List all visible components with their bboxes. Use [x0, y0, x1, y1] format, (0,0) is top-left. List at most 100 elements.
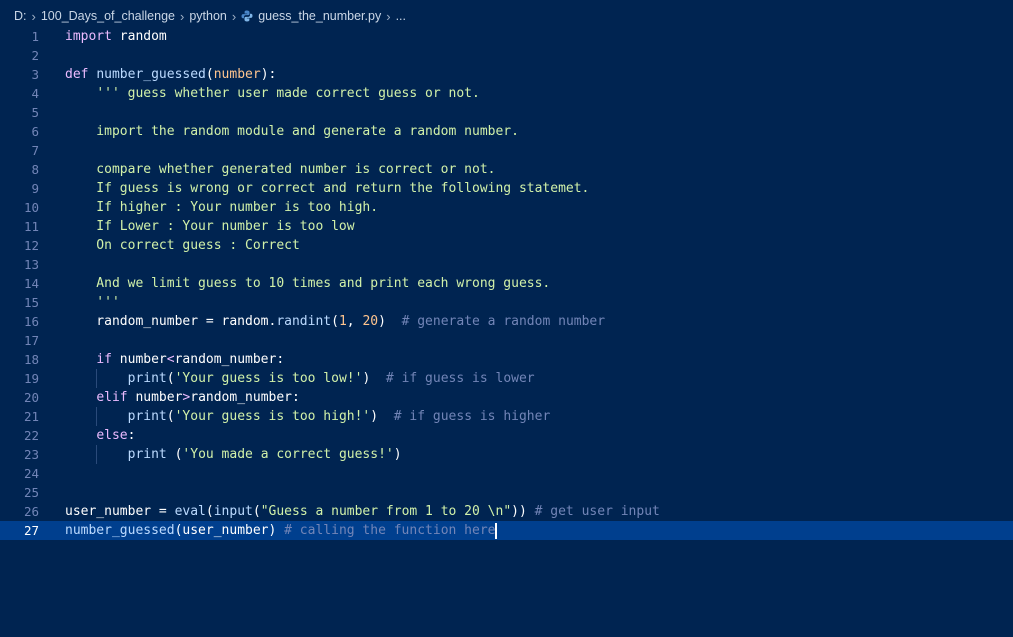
python-file-icon [241, 10, 253, 22]
code-token: "Guess a number from 1 to 20 \n" [260, 504, 512, 519]
breadcrumb-folder[interactable]: python [189, 9, 227, 23]
code-line[interactable]: 19 print('Your guess is too low!') # if … [0, 369, 1013, 388]
code-text: If guess is wrong or correct and return … [65, 179, 589, 198]
code-token: 'Your guess is too high!' [174, 409, 371, 424]
line-number: 27 [23, 523, 39, 538]
code-line[interactable]: 13 [0, 255, 1013, 274]
line-number: 1 [31, 29, 39, 44]
code-token: # generate a random number [401, 314, 606, 329]
chevron-right-icon: › [231, 8, 237, 24]
code-line[interactable]: 27 number_guessed(user_number) # calling … [0, 521, 1013, 540]
code-token: randint [276, 314, 332, 329]
code-token: number [111, 352, 167, 367]
code-token: ): [260, 67, 277, 82]
code-text: If higher : Your number is too high. [65, 198, 378, 217]
code-line[interactable]: 5 [0, 103, 1013, 122]
code-text: import the random module and generate a … [65, 122, 519, 141]
code-line[interactable]: 1 import random [0, 27, 1013, 46]
code-text: And we limit guess to 10 times and print… [65, 274, 550, 293]
indent-guide [96, 369, 97, 388]
line-number: 3 [31, 67, 39, 82]
line-number: 26 [23, 504, 39, 519]
code-line[interactable]: 11 If Lower : Your number is too low [0, 217, 1013, 236]
code-line[interactable]: 17 [0, 331, 1013, 350]
line-number: 2 [31, 48, 39, 63]
line-number: 25 [23, 485, 39, 500]
code-token: 20 [362, 314, 379, 329]
code-line[interactable]: 2 [0, 46, 1013, 65]
code-token: ( [166, 409, 175, 424]
code-text: compare whether generated number is corr… [65, 160, 495, 179]
code-line[interactable]: 25 [0, 483, 1013, 502]
line-number: 6 [31, 124, 39, 139]
code-line[interactable]: 15 ''' [0, 293, 1013, 312]
code-token: random_number: [190, 390, 300, 405]
code-token: ( [205, 67, 214, 82]
line-number: 20 [23, 390, 39, 405]
line-number: 7 [31, 143, 39, 158]
code-line[interactable]: 20 elif number>random_number: [0, 388, 1013, 407]
indent-guide [96, 407, 97, 426]
code-text: else: [65, 426, 135, 445]
code-token: random [111, 29, 167, 44]
line-number: 4 [31, 86, 39, 101]
code-token: ( [252, 504, 261, 519]
line-number: 17 [23, 333, 39, 348]
code-line[interactable]: 8 compare whether generated number is co… [0, 160, 1013, 179]
code-token: import [65, 29, 112, 44]
code-text: print('Your guess is too high!') # if gu… [65, 407, 551, 426]
code-line[interactable]: 10 If higher : Your number is too high. [0, 198, 1013, 217]
code-line[interactable]: 21 print('Your guess is too high!') # if… [0, 407, 1013, 426]
breadcrumb-drive[interactable]: D: [14, 9, 27, 23]
code-line[interactable]: 16 random_number = random.randint(1, 20)… [0, 312, 1013, 331]
breadcrumb-file[interactable]: guess_the_number.py [258, 9, 381, 23]
indent-guide [96, 445, 97, 464]
line-number: 11 [23, 219, 39, 234]
breadcrumb-folder[interactable]: 100_Days_of_challenge [41, 9, 175, 23]
code-token: else [96, 428, 128, 443]
code-token: number_guessed [96, 67, 206, 82]
line-number: 18 [23, 352, 39, 367]
chevron-right-icon: › [386, 8, 391, 24]
code-line[interactable]: 24 [0, 464, 1013, 483]
code-token: input [213, 504, 253, 519]
code-text: import random [65, 27, 167, 46]
code-line[interactable]: 14 And we limit guess to 10 times and pr… [0, 274, 1013, 293]
line-number: 13 [23, 257, 39, 272]
code-line[interactable]: 3 def number_guessed(number): [0, 65, 1013, 84]
code-token: ) [378, 314, 402, 329]
line-number: 10 [23, 200, 39, 215]
code-line[interactable]: 7 [0, 141, 1013, 160]
breadcrumb-more[interactable]: ... [396, 9, 406, 23]
code-line[interactable]: 4 ''' guess whether user made correct gu… [0, 84, 1013, 103]
code-token: (user_number) [174, 523, 285, 538]
code-line[interactable]: 12 On correct guess : Correct [0, 236, 1013, 255]
code-token: On correct guess : Correct [65, 238, 300, 253]
code-line[interactable]: 26 user_number = eval(input("Guess a numb… [0, 502, 1013, 521]
line-number: 21 [23, 409, 39, 424]
code-token: ( [166, 447, 183, 462]
code-line[interactable]: 22 else: [0, 426, 1013, 445]
code-line[interactable]: 6 import the random module and generate … [0, 122, 1013, 141]
code-line[interactable]: 18 if number<random_number: [0, 350, 1013, 369]
code-token: print [127, 447, 167, 462]
code-line[interactable]: 23 print ('You made a correct guess!') [0, 445, 1013, 464]
code-line[interactable]: 9 If guess is wrong or correct and retur… [0, 179, 1013, 198]
line-number: 24 [23, 466, 39, 481]
line-number: 9 [31, 181, 39, 196]
code-token: < [166, 352, 175, 367]
code-token: def [65, 67, 89, 82]
code-token: # calling the function here [284, 523, 496, 538]
line-number: 22 [23, 428, 39, 443]
code-token: 1 [338, 314, 347, 329]
code-editor[interactable]: 1 import random 2 3 def number_guessed(numbe… [0, 27, 1013, 540]
code-token: ) [370, 409, 394, 424]
code-token: print [127, 409, 167, 424]
line-number: 5 [31, 105, 39, 120]
code-text: if number<random_number: [65, 350, 284, 369]
code-token: if [96, 352, 112, 367]
code-token: ) [393, 447, 402, 462]
